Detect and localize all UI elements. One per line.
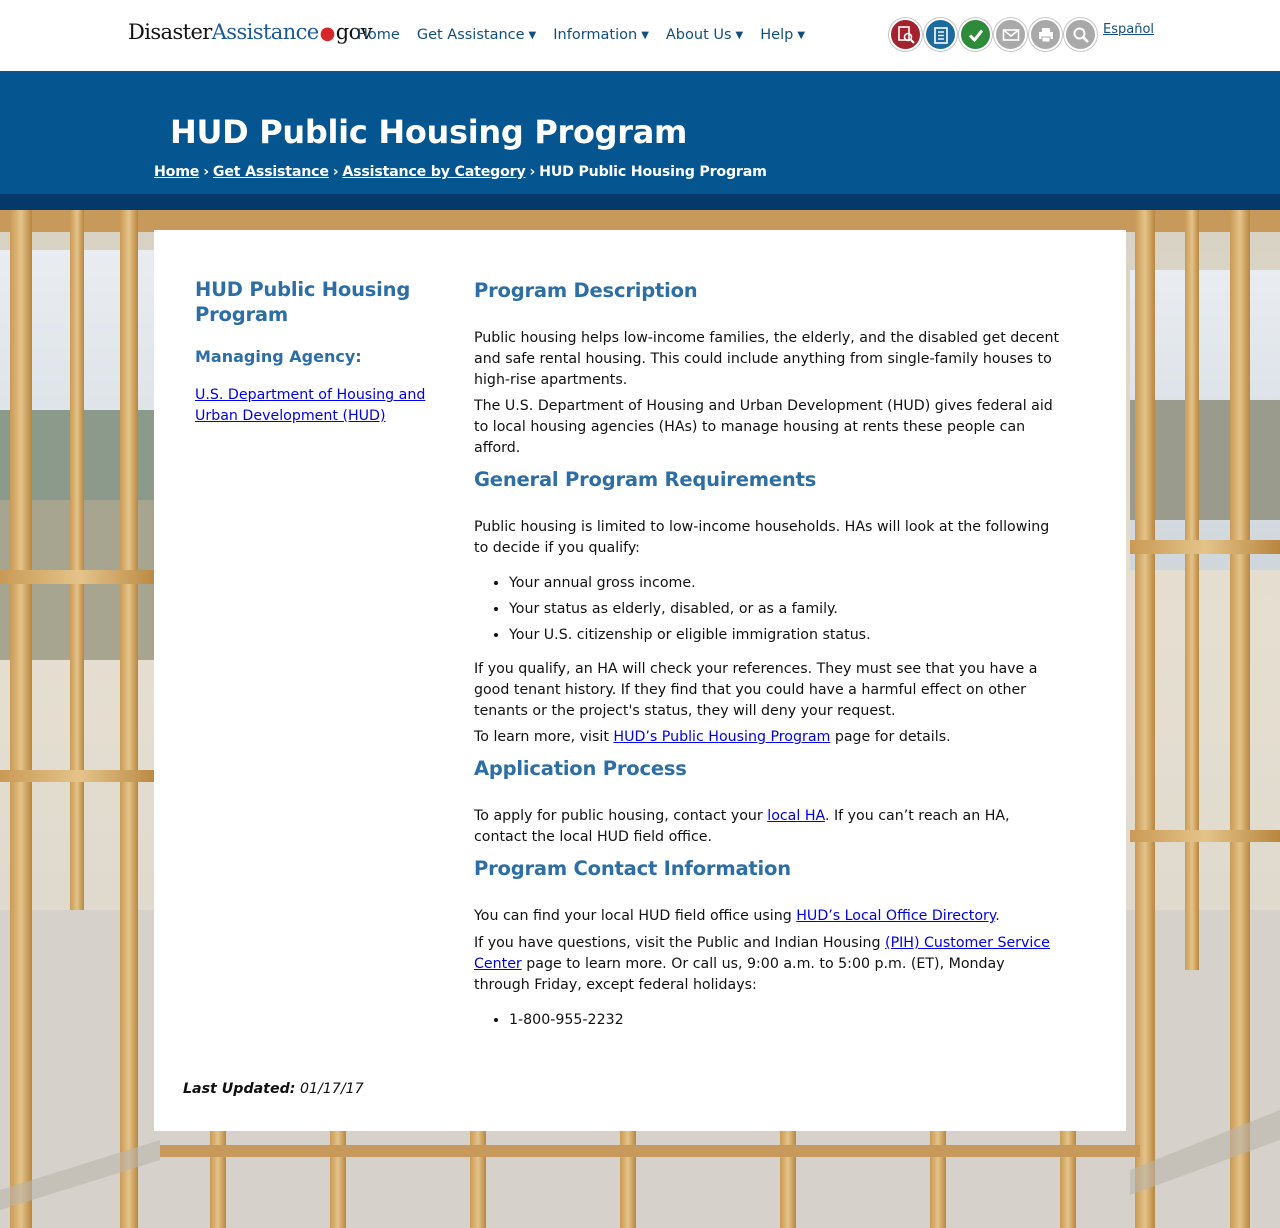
text: page for details. <box>830 729 951 745</box>
main-nav: Home Get Assistance ▼ Information ▼ About … <box>357 24 822 46</box>
breadcrumb-separator: › <box>529 164 536 180</box>
nav-about-us-label: About Us <box>665 27 732 43</box>
nav-get-assistance-label: Get Assistance <box>416 27 525 43</box>
nav-help-label: Help <box>760 27 794 43</box>
print-icon[interactable] <box>1029 18 1062 51</box>
chevron-down-icon: ▼ <box>735 30 744 41</box>
header-bottom-strip <box>0 194 1280 210</box>
section-heading-contact-information: Program Contact Information <box>474 857 791 880</box>
chevron-down-icon: ▼ <box>641 30 649 41</box>
nav-information-label: Information <box>553 27 638 43</box>
sidebar: HUD Public Housing Program Managing Agen… <box>195 277 435 427</box>
site-logo[interactable]: DisasterAssistance●gov <box>128 20 372 50</box>
description-paragraph-1: Public housing helps low-income families… <box>474 330 1060 388</box>
content-card: HUD Public Housing Program Managing Agen… <box>154 230 1126 1131</box>
contact-paragraph-2: If you have questions, visit the Public … <box>474 933 1064 996</box>
logo-text-disaster: Disaster <box>128 20 212 44</box>
breadcrumb-assistance-by-category[interactable]: Assistance by Category <box>342 164 525 180</box>
logo-text-assistance: Assistance <box>211 20 319 44</box>
local-office-directory-link[interactable]: HUD’s Local Office Directory <box>796 908 995 924</box>
page-title: HUD Public Housing Program <box>170 113 688 151</box>
managing-agency-label: Managing Agency: <box>195 347 362 366</box>
last-updated-date: 01/17/17 <box>299 1081 364 1097</box>
breadcrumb-separator: › <box>332 164 339 180</box>
requirements-paragraph-2: If you qualify, an HA will check your re… <box>474 661 1038 719</box>
checklist-icon[interactable] <box>924 18 957 51</box>
breadcrumb-separator: › <box>203 164 209 180</box>
section-heading-application-process: Application Process <box>474 757 687 780</box>
requirements-paragraph-1: Public housing is limited to low-income … <box>474 519 1050 556</box>
list-item: Your U.S. citizenship or eligible immigr… <box>509 625 1064 646</box>
nav-home-label: Home <box>357 27 400 43</box>
search-icon[interactable] <box>1064 18 1097 51</box>
list-item: Your status as elderly, disabled, or as … <box>509 599 1064 620</box>
find-assistance-icon[interactable] <box>889 18 922 51</box>
contact-paragraph-1: You can find your local HUD field office… <box>474 906 1064 927</box>
email-icon[interactable] <box>994 18 1027 51</box>
last-updated: Last Updated: 01/17/17 <box>183 1081 364 1097</box>
local-ha-link[interactable]: local HA <box>767 808 825 824</box>
hud-public-housing-program-link[interactable]: HUD’s Public Housing Program <box>613 729 830 745</box>
text: page to learn more. Or call us, 9:00 a.m… <box>474 956 1005 993</box>
chevron-down-icon: ▼ <box>528 30 537 41</box>
section-heading-requirements: General Program Requirements <box>474 468 817 491</box>
breadcrumb: Home › Get Assistance › Assistance by Catego… <box>154 164 767 180</box>
phone-number: 1-800-955-2232 <box>509 1010 1064 1031</box>
requirements-list: Your annual gross income. Your status as… <box>474 573 1064 646</box>
phone-list: 1-800-955-2232 <box>474 1010 1064 1031</box>
application-paragraph: To apply for public housing, contact you… <box>474 806 1064 848</box>
text: You can find your local HUD field office… <box>474 908 797 924</box>
text: . <box>995 908 1000 924</box>
text: If you have questions, visit the Public … <box>474 935 886 951</box>
chevron-down-icon: ▼ <box>797 30 806 41</box>
logo-dot: ● <box>319 23 336 44</box>
requirements-paragraph-3: To learn more, visit HUD’s Public Housin… <box>474 727 1064 748</box>
language-link-espanol[interactable]: Español <box>1103 22 1154 37</box>
breadcrumb-get-assistance[interactable]: Get Assistance <box>213 164 329 180</box>
last-updated-label: Last Updated: <box>183 1081 296 1097</box>
list-item: Your annual gross income. <box>509 573 1064 594</box>
nav-home[interactable]: Home <box>357 27 400 43</box>
text: To learn more, visit <box>474 729 614 745</box>
check-status-icon[interactable] <box>959 18 992 51</box>
top-nav-bar: DisasterAssistance●gov Home Get Assistan… <box>0 0 1280 71</box>
section-heading-program-description: Program Description <box>474 279 698 302</box>
text: To apply for public housing, contact you… <box>474 808 768 824</box>
main-content: Program Description Public housing helps… <box>474 278 1064 1031</box>
breadcrumb-current: HUD Public Housing Program <box>539 164 767 180</box>
managing-agency-link[interactable]: U.S. Department of Housing and Urban Dev… <box>195 385 435 427</box>
breadcrumb-home[interactable]: Home <box>154 164 199 180</box>
nav-get-assistance[interactable]: Get Assistance ▼ <box>417 27 536 43</box>
nav-help[interactable]: Help ▼ <box>760 27 805 43</box>
nav-about-us[interactable]: About Us ▼ <box>666 27 743 43</box>
nav-information[interactable]: Information ▼ <box>553 27 649 43</box>
tool-icons <box>889 18 1099 51</box>
sidebar-program-title: HUD Public Housing Program <box>195 278 411 326</box>
description-paragraph-2: The U.S. Department of Housing and Urban… <box>474 398 1053 456</box>
